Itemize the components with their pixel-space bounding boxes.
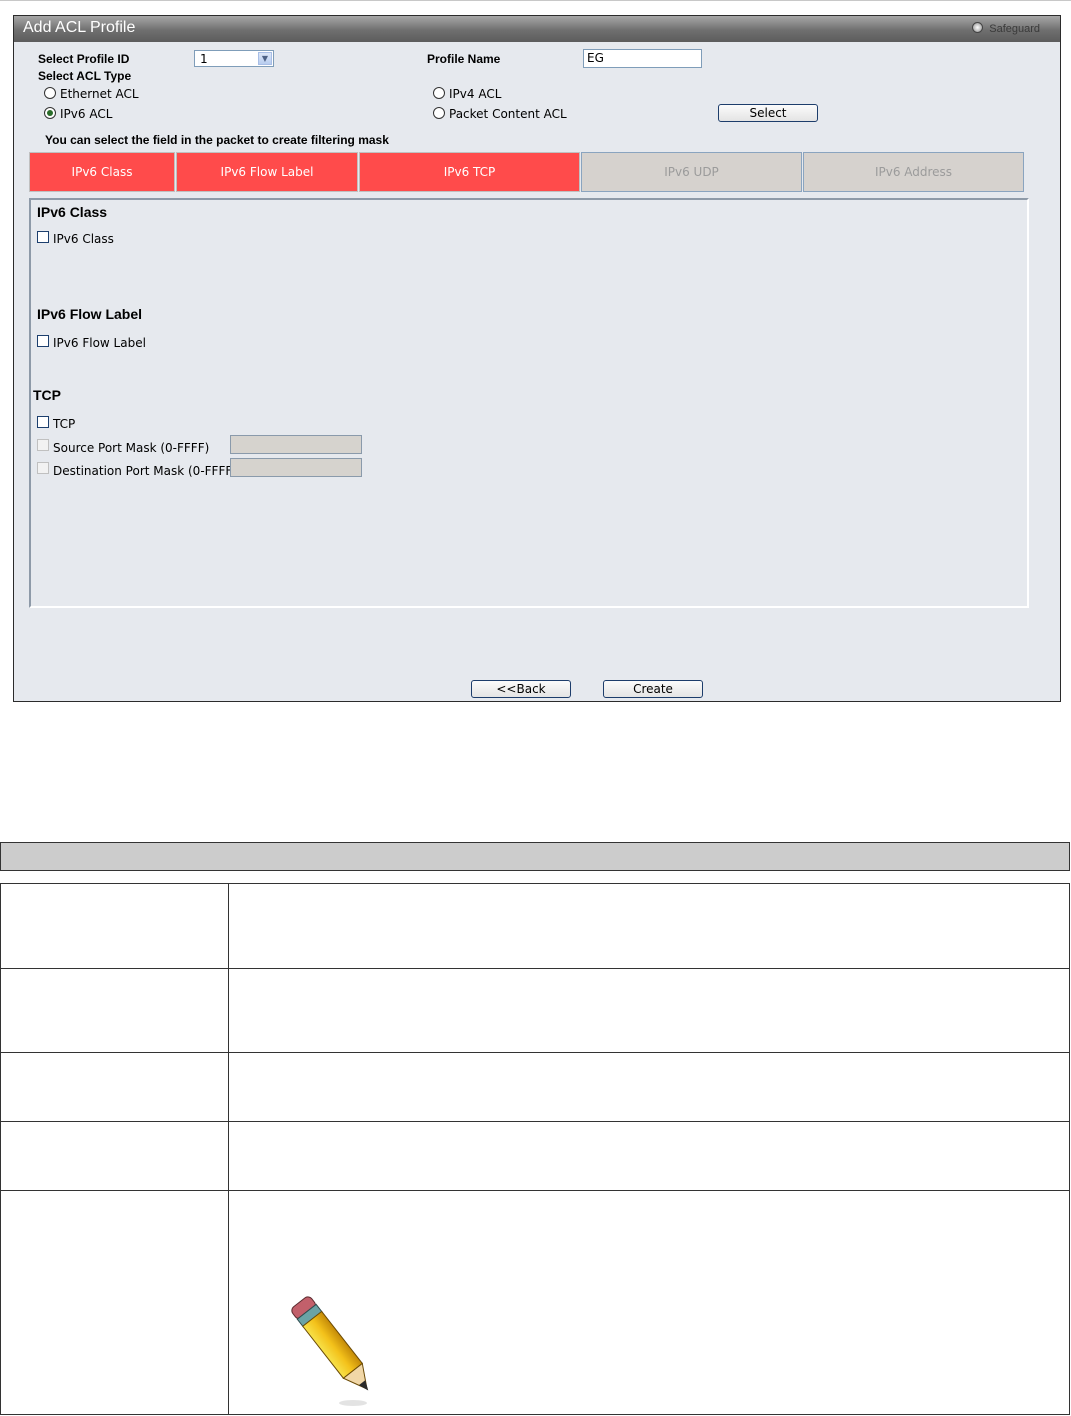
ipv6-flow-label-checkbox-label: IPv6 Flow Label: [53, 336, 146, 350]
acl-type-label: Select ACL Type: [38, 69, 132, 83]
safeguard-label: Safeguard: [989, 23, 1040, 35]
table-row: [0, 1190, 1070, 1415]
window-title: Add ACL Profile: [23, 19, 136, 36]
destination-port-mask-checkbox[interactable]: [37, 462, 49, 474]
mask-hint: You can select the field in the packet t…: [45, 133, 389, 147]
back-button[interactable]: <<Back: [471, 680, 571, 698]
radio-packet-content-acl[interactable]: [433, 107, 445, 119]
ipv4-acl-label: IPv4 ACL: [449, 87, 502, 101]
ipv6-class-heading: IPv6 Class: [37, 204, 108, 220]
radio-ipv4-acl[interactable]: [433, 87, 445, 99]
tab-ipv6-udp[interactable]: IPv6 UDP: [581, 152, 802, 192]
tcp-heading: TCP: [33, 387, 61, 403]
safeguard-indicator[interactable]: Safeguard: [972, 22, 1040, 35]
radio-ipv6-acl[interactable]: [44, 107, 56, 119]
source-port-mask-input[interactable]: [230, 435, 362, 454]
tab-ipv6-flow-label[interactable]: IPv6 Flow Label: [176, 152, 358, 192]
chevron-down-icon[interactable]: ▼: [258, 52, 272, 65]
destination-port-mask-label: Destination Port Mask (0-FFFF): [53, 464, 237, 478]
ipv6-acl-label: IPv6 ACL: [60, 107, 113, 121]
page-top-rule: [0, 0, 1071, 1]
ipv6-flow-label-checkbox[interactable]: [37, 335, 49, 347]
ipv6-flow-label-heading: IPv6 Flow Label: [37, 306, 143, 322]
tab-ipv6-class[interactable]: IPv6 Class: [29, 152, 175, 192]
tcp-checkbox-label: TCP: [53, 417, 76, 431]
profile-id-value: 1: [200, 52, 208, 66]
parameter-table-header: [0, 842, 1070, 871]
mask-fields-panel: IPv6 Class IPv6 Class IPv6 Flow Label IP…: [29, 198, 1029, 608]
source-port-mask-checkbox[interactable]: [37, 439, 49, 451]
ethernet-acl-label: Ethernet ACL: [60, 87, 139, 101]
profile-name-label: Profile Name: [427, 52, 501, 66]
window-title-bar: Add ACL Profile Safeguard: [14, 16, 1060, 42]
table-row: [0, 1121, 1070, 1191]
add-acl-profile-window: Add ACL Profile Safeguard Select Profile…: [13, 15, 1061, 702]
profile-id-select[interactable]: 1 ▼: [194, 50, 274, 67]
radio-ethernet-acl[interactable]: [44, 87, 56, 99]
table-row: [0, 1052, 1070, 1122]
packet-content-acl-label: Packet Content ACL: [449, 107, 567, 121]
tab-ipv6-address[interactable]: IPv6 Address: [803, 152, 1024, 192]
tab-ipv6-tcp[interactable]: IPv6 TCP: [359, 152, 580, 192]
source-port-mask-label: Source Port Mask (0-FFFF): [53, 441, 210, 455]
profile-id-label: Select Profile ID: [38, 52, 130, 66]
select-button[interactable]: Select: [718, 104, 818, 122]
create-button[interactable]: Create: [603, 680, 703, 698]
note-pencil-icon: [291, 1296, 369, 1406]
ipv6-class-checkbox[interactable]: [37, 231, 49, 243]
profile-name-input[interactable]: EG: [583, 49, 702, 68]
safeguard-icon: [972, 22, 984, 33]
destination-port-mask-input[interactable]: [230, 458, 362, 477]
tcp-checkbox[interactable]: [37, 416, 49, 428]
ipv6-class-checkbox-label: IPv6 Class: [53, 232, 114, 246]
table-row: [0, 968, 1070, 1053]
parameter-table: [0, 883, 1070, 1415]
table-row: [0, 883, 1070, 969]
